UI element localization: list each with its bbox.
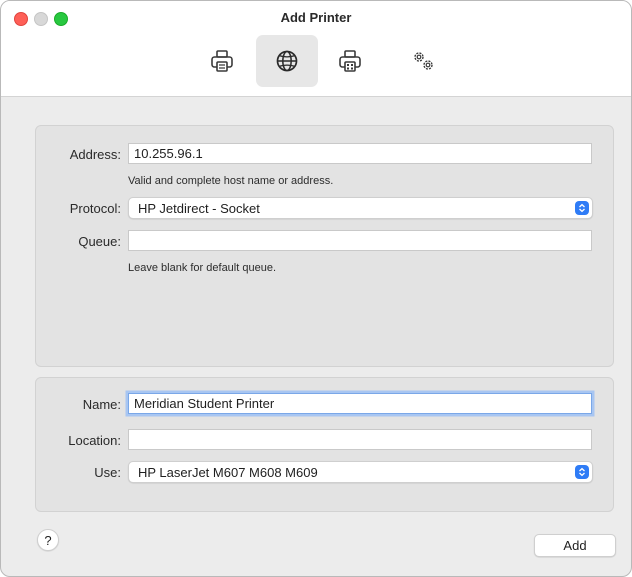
queue-input[interactable] — [128, 230, 592, 251]
name-input[interactable] — [128, 393, 592, 414]
toolbar-ip-printer[interactable] — [256, 35, 318, 87]
use-driver-value: HP LaserJet M607 M608 M609 — [138, 465, 318, 480]
fax-icon — [339, 50, 361, 72]
name-label: Name: — [82, 397, 121, 412]
chevron-up-down-icon — [575, 201, 589, 215]
location-input[interactable] — [128, 429, 592, 450]
chevron-up-down-icon — [575, 465, 589, 479]
protocol-select[interactable]: HP Jetdirect - Socket — [128, 197, 593, 219]
toolbar-advanced[interactable] — [393, 35, 455, 87]
location-label: Location: — [68, 433, 121, 448]
protocol-value: HP Jetdirect - Socket — [138, 201, 260, 216]
globe-icon — [276, 50, 298, 72]
queue-label: Queue: — [78, 234, 121, 249]
printer-icon — [211, 50, 233, 72]
window-title: Add Printer — [280, 10, 352, 25]
gears-icon — [414, 52, 433, 70]
toolbar-windows-printer[interactable] — [319, 35, 381, 87]
address-hint: Valid and complete host name or address. — [128, 175, 334, 187]
address-input[interactable] — [128, 143, 592, 164]
help-button[interactable]: ? — [37, 529, 59, 551]
add-printer-window: Add Printer Address: 10.255.96.1 Valid a… — [0, 0, 632, 577]
protocol-label: Protocol: — [69, 201, 121, 216]
toolbar-default-printers[interactable] — [191, 35, 253, 87]
add-button[interactable]: Add — [534, 534, 616, 557]
address-label: Address: — [69, 147, 121, 162]
queue-hint: Leave blank for default queue. — [128, 262, 277, 274]
use-label: Use: — [94, 465, 121, 480]
title-bar: Add Printer — [1, 1, 631, 97]
use-driver-select[interactable]: HP LaserJet M607 M608 M609 — [128, 461, 593, 483]
